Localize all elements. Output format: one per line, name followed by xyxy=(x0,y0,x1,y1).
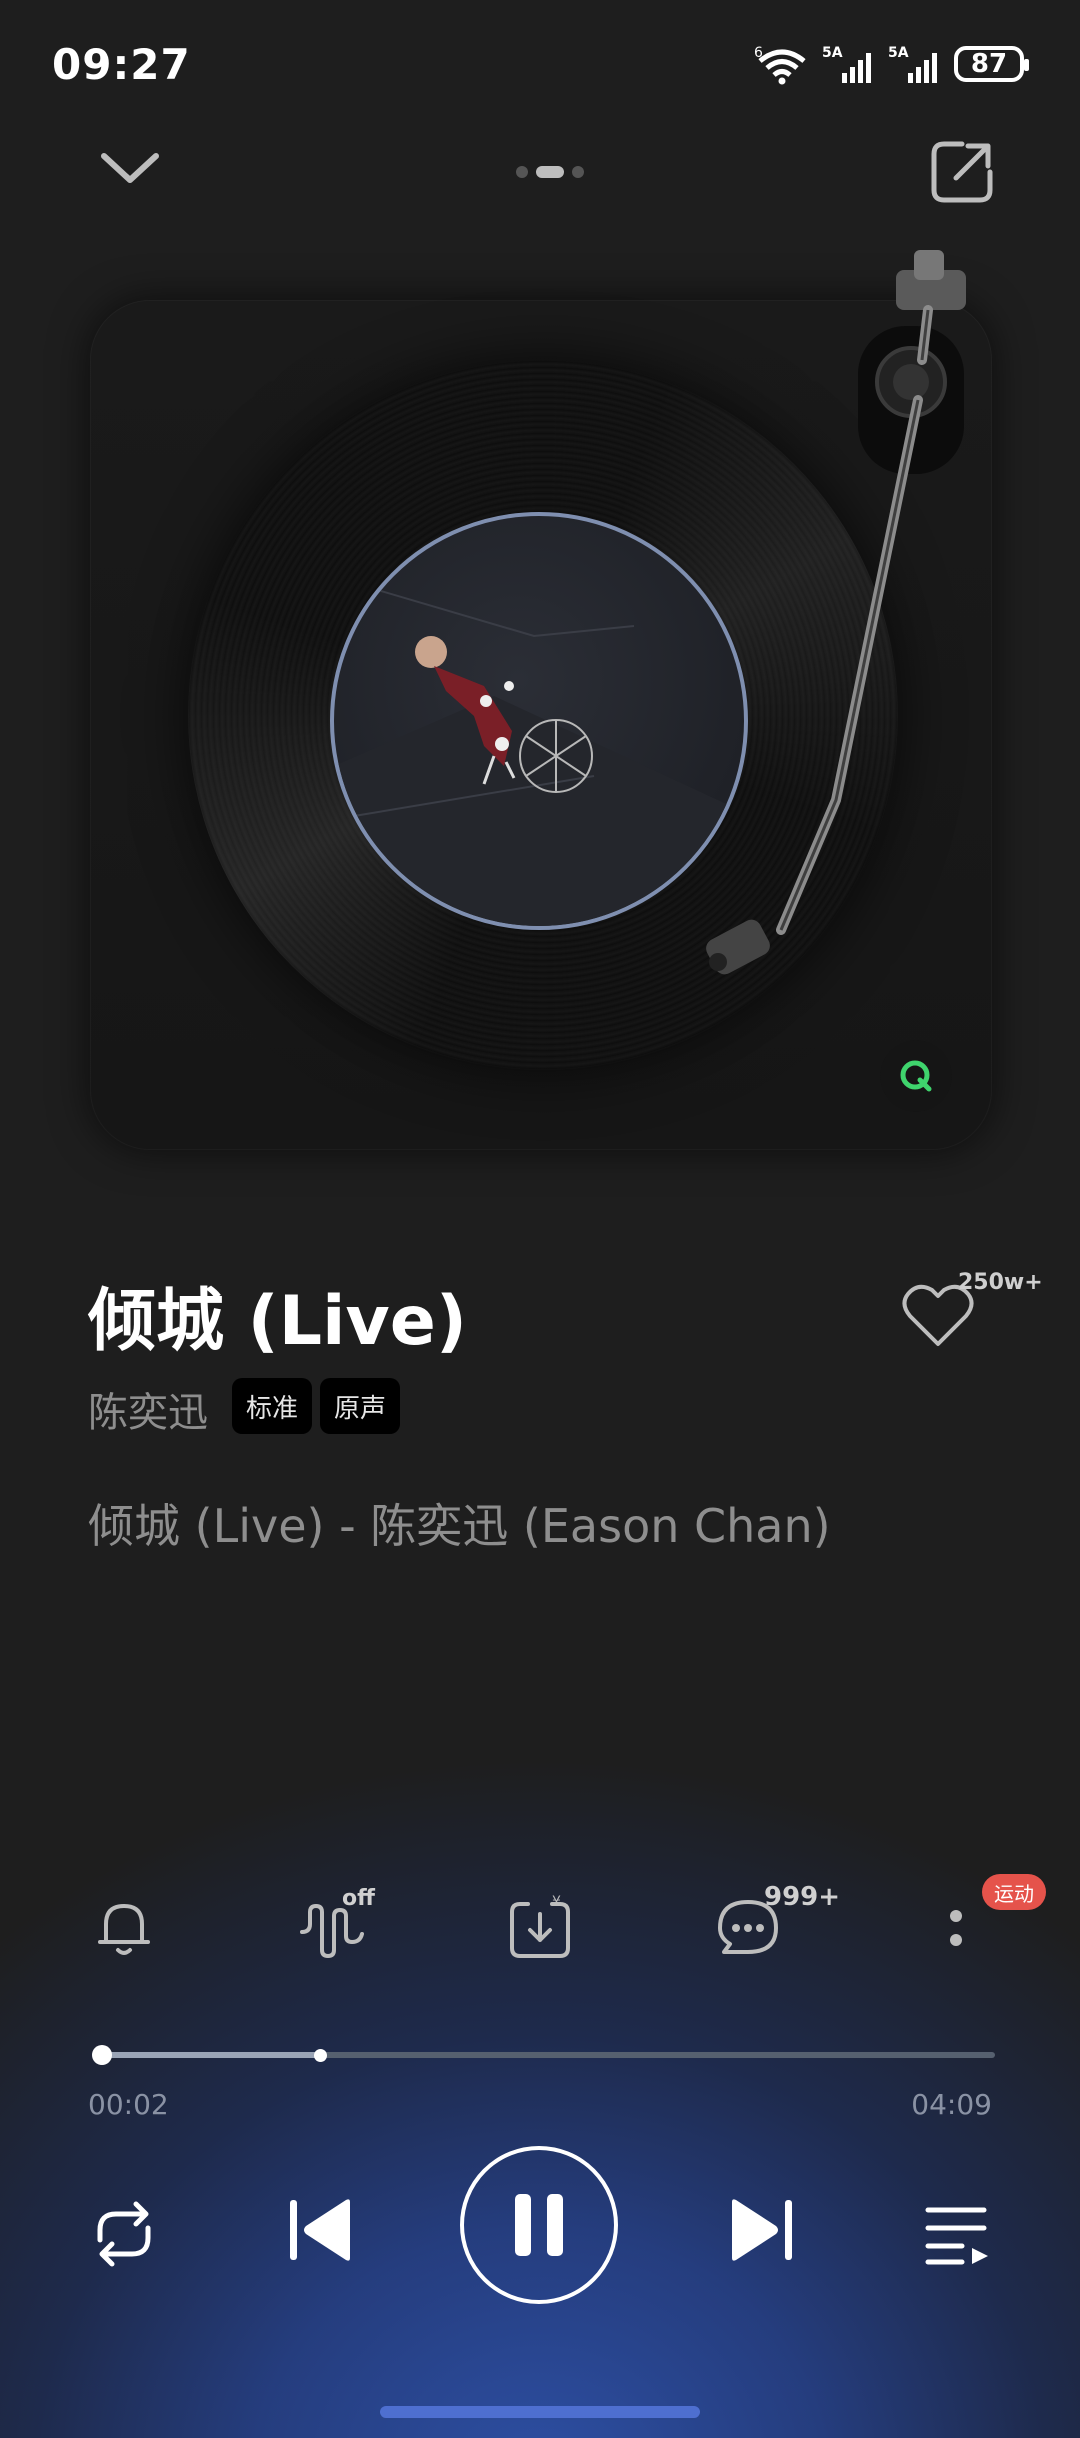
original-voice-tag[interactable]: 原声 xyxy=(320,1378,401,1434)
svg-text:5A: 5A xyxy=(888,45,909,61)
progress-thumb[interactable] xyxy=(92,2045,113,2065)
cellular-signal-icon: 5A xyxy=(822,45,871,83)
status-time: 09:27 xyxy=(52,40,191,89)
repeat-icon[interactable] xyxy=(86,2196,162,2272)
quality-tag[interactable]: 标准 xyxy=(232,1378,313,1434)
paid-download-icon[interactable]: ¥ xyxy=(504,1892,576,1964)
previous-icon[interactable] xyxy=(284,2192,360,2268)
page-dot xyxy=(572,166,584,178)
sport-mode-badge[interactable]: 运动 xyxy=(982,1874,1046,1910)
home-indicator[interactable] xyxy=(380,2406,700,2418)
artist-name[interactable]: 陈奕迅 xyxy=(88,1380,208,1438)
q-logo xyxy=(900,1060,932,1092)
song-title: 倾城 (Live) xyxy=(88,1282,467,1361)
battery-indicator: 87 xyxy=(954,46,1029,82)
lyric-line[interactable]: 倾城 (Live) - 陈奕迅 (Eason Chan) xyxy=(88,1490,831,1556)
pause-icon xyxy=(515,2194,563,2256)
page-dot xyxy=(516,166,528,178)
bell-icon[interactable] xyxy=(88,1892,160,1964)
buffer-marker xyxy=(314,2049,327,2062)
progress-buffered xyxy=(95,2052,320,2058)
tonearm[interactable] xyxy=(686,240,986,1000)
qq-music-q-icon[interactable] xyxy=(880,1040,952,1112)
play-pause-button[interactable] xyxy=(460,2146,618,2304)
next-icon[interactable] xyxy=(722,2192,798,2268)
like-count: 250w+ xyxy=(958,1270,1043,1295)
elapsed-time: 00:02 xyxy=(88,2088,169,2121)
comment-count: 999+ xyxy=(764,1882,841,1912)
status-icons: 6 5A 5A 87 xyxy=(752,42,1029,86)
svg-text:5A: 5A xyxy=(822,45,843,61)
more-vertical-icon[interactable] xyxy=(920,1892,992,1964)
chevron-down-icon[interactable] xyxy=(98,146,162,190)
wifi-icon: 6 xyxy=(754,45,806,85)
page-dot-active xyxy=(536,166,564,178)
cellular-signal-icon-2: 5A xyxy=(888,45,937,83)
page-indicator[interactable] xyxy=(516,166,584,178)
playlist-icon[interactable] xyxy=(922,2196,998,2272)
total-duration: 04:09 xyxy=(911,2088,992,2121)
share-icon[interactable] xyxy=(928,138,996,206)
svg-text:¥: ¥ xyxy=(552,1894,561,1910)
sound-effect-status: off xyxy=(342,1886,375,1911)
